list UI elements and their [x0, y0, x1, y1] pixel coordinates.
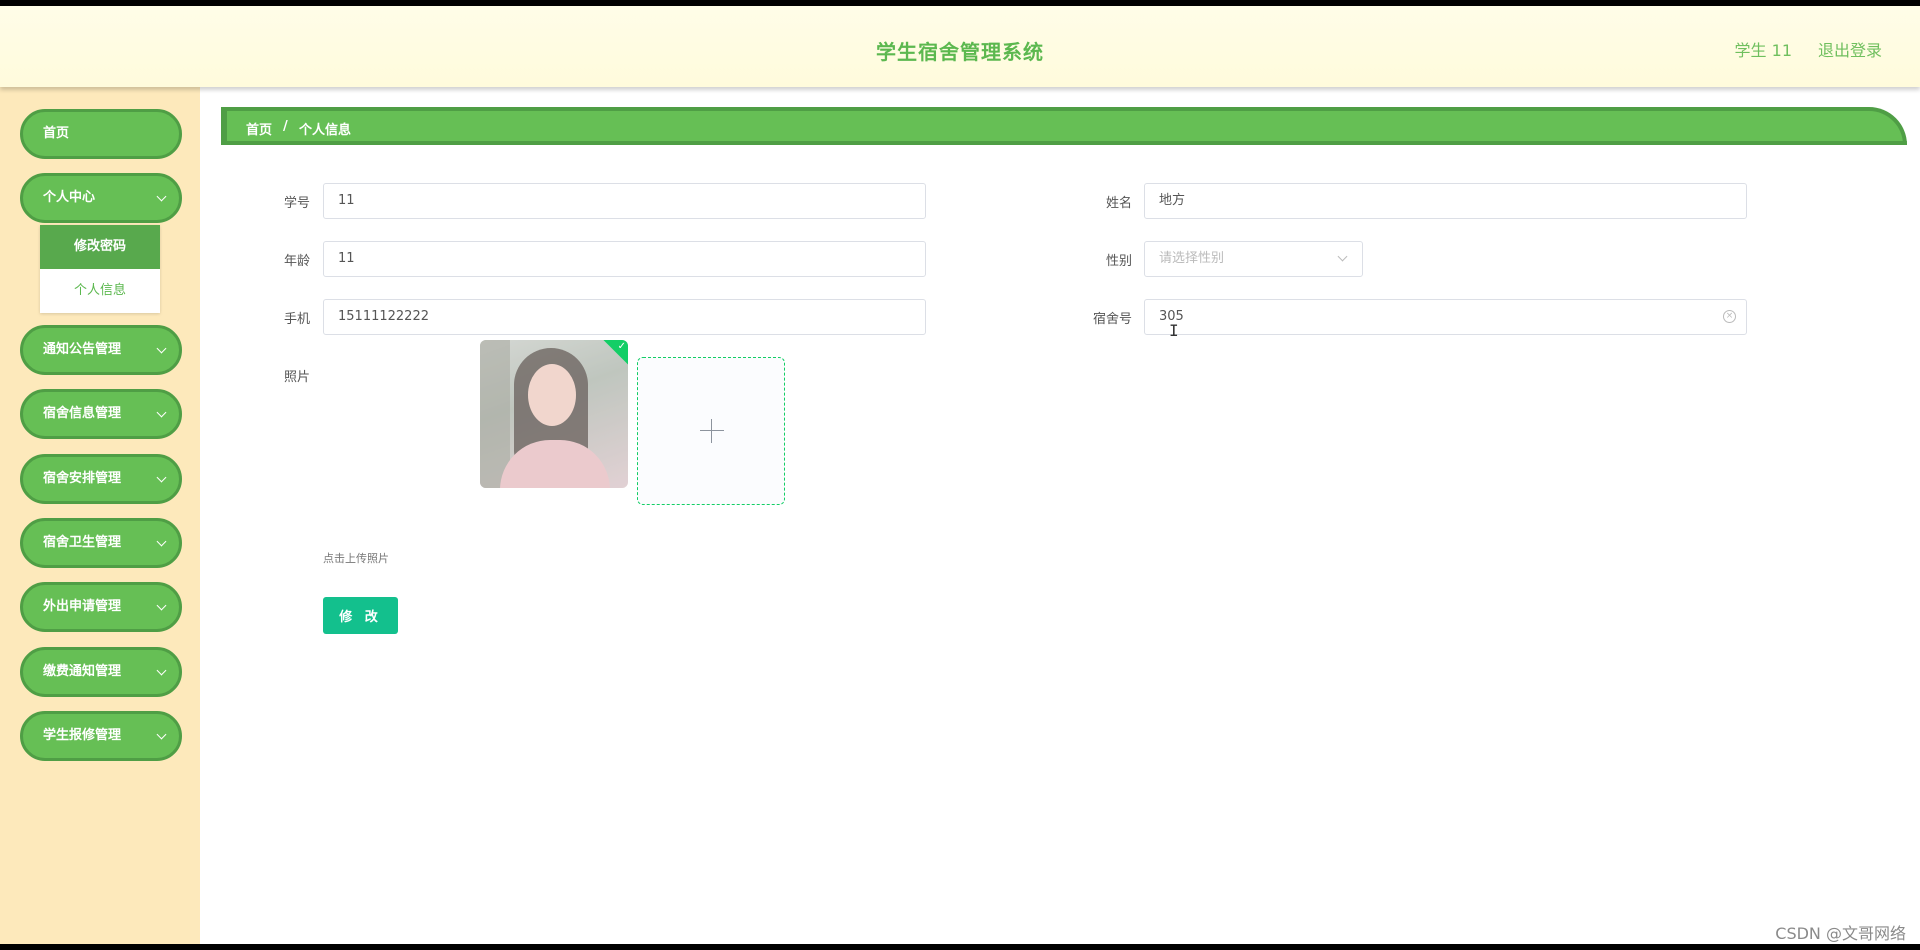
sidebar-item-notice-management[interactable]: 通知公告管理: [20, 325, 182, 375]
chevron-down-icon: [156, 191, 167, 202]
watermark: CSDN @文哥网络: [1775, 924, 1906, 943]
chevron-down-icon: [156, 536, 167, 547]
upload-tip: 点击上传照片: [323, 552, 389, 565]
chevron-down-icon: [156, 729, 167, 740]
gender-select-placeholder: 请选择性别: [1159, 251, 1225, 266]
photo-label: 照片: [283, 370, 310, 385]
circle-close-icon[interactable]: ×: [1723, 310, 1736, 323]
sidebar-item-label: 宿舍信息管理: [43, 406, 122, 421]
student-id-input[interactable]: 11: [323, 183, 926, 219]
name-label: 姓名: [1105, 196, 1132, 211]
name-input[interactable]: 地方: [1144, 183, 1747, 219]
sidebar-item-label: 缴费通知管理: [43, 664, 122, 679]
submenu-item-change-password[interactable]: 修改密码: [40, 225, 160, 269]
phone-input[interactable]: 15111122222: [323, 299, 926, 335]
phone-label: 手机: [283, 312, 310, 327]
current-user: 学生 11: [1734, 41, 1792, 60]
breadcrumb-home[interactable]: 首页: [246, 119, 272, 138]
age-input[interactable]: 11: [323, 241, 926, 277]
sidebar-item-dorm-arrangement-management[interactable]: 宿舍安排管理: [20, 454, 182, 504]
plus-icon: [711, 419, 712, 443]
breadcrumb: 首页 / 个人信息: [221, 107, 1907, 145]
sidebar-item-dorm-hygiene-management[interactable]: 宿舍卫生管理: [20, 518, 182, 568]
app-screen: 学生宿舍管理系统 学生 11 退出登录 首页 个人中心 修改密码 个人信息 通知…: [0, 6, 1920, 944]
gender-label: 性别: [1105, 254, 1132, 269]
submenu-item-personal-info[interactable]: 个人信息: [40, 269, 160, 313]
chevron-down-icon: [1337, 251, 1348, 262]
personal-center-submenu: 修改密码 个人信息: [40, 225, 160, 313]
sidebar-item-label: 通知公告管理: [43, 342, 122, 357]
uploaded-photo-thumbnail[interactable]: ✓: [480, 340, 628, 488]
chevron-down-icon: [156, 600, 167, 611]
chevron-down-icon: [156, 665, 167, 676]
age-label: 年龄: [283, 254, 310, 269]
chevron-down-icon: [156, 343, 167, 354]
student-id-label: 学号: [283, 196, 310, 211]
submit-button[interactable]: 修 改: [323, 597, 398, 634]
sidebar-item-home[interactable]: 首页: [20, 109, 182, 159]
sidebar-item-label: 宿舍安排管理: [43, 471, 122, 486]
breadcrumb-separator: /: [283, 119, 288, 134]
chevron-down-icon: [156, 407, 167, 418]
sidebar-item-label: 外出申请管理: [43, 599, 122, 614]
breadcrumb-accent: [221, 107, 227, 145]
dorm-number-label: 宿舍号: [1092, 312, 1132, 327]
chevron-down-icon: [156, 472, 167, 483]
check-icon: ✓: [617, 341, 626, 352]
sidebar-item-payment-notice-management[interactable]: 缴费通知管理: [20, 647, 182, 697]
sidebar-item-label: 宿舍卫生管理: [43, 535, 122, 550]
sidebar: 首页 个人中心 修改密码 个人信息 通知公告管理 宿舍信息管理 宿舍安排管理 宿…: [0, 87, 200, 944]
gender-select[interactable]: 请选择性别: [1144, 241, 1363, 277]
photo-overlay: [480, 340, 628, 488]
top-header: 学生宿舍管理系统 学生 11 退出登录: [0, 6, 1920, 87]
sidebar-item-label: 学生报修管理: [43, 728, 122, 743]
sidebar-item-dorm-info-management[interactable]: 宿舍信息管理: [20, 389, 182, 439]
dorm-number-input[interactable]: 305 ×: [1144, 299, 1747, 335]
breadcrumb-current: 个人信息: [299, 123, 352, 138]
plus-icon-bar: [700, 430, 724, 431]
sidebar-item-label: 首页: [43, 126, 70, 141]
logout-link[interactable]: 退出登录: [1818, 37, 1882, 61]
app-title: 学生宿舍管理系统: [876, 40, 1044, 64]
sidebar-item-repair-request-management[interactable]: 学生报修管理: [20, 711, 182, 761]
sidebar-item-leave-application-management[interactable]: 外出申请管理: [20, 582, 182, 632]
text-cursor-icon: I: [1169, 321, 1179, 340]
sidebar-item-label: 个人中心: [43, 190, 96, 205]
photo-upload-button[interactable]: [637, 357, 785, 505]
sidebar-item-personal-center[interactable]: 个人中心: [20, 173, 182, 223]
